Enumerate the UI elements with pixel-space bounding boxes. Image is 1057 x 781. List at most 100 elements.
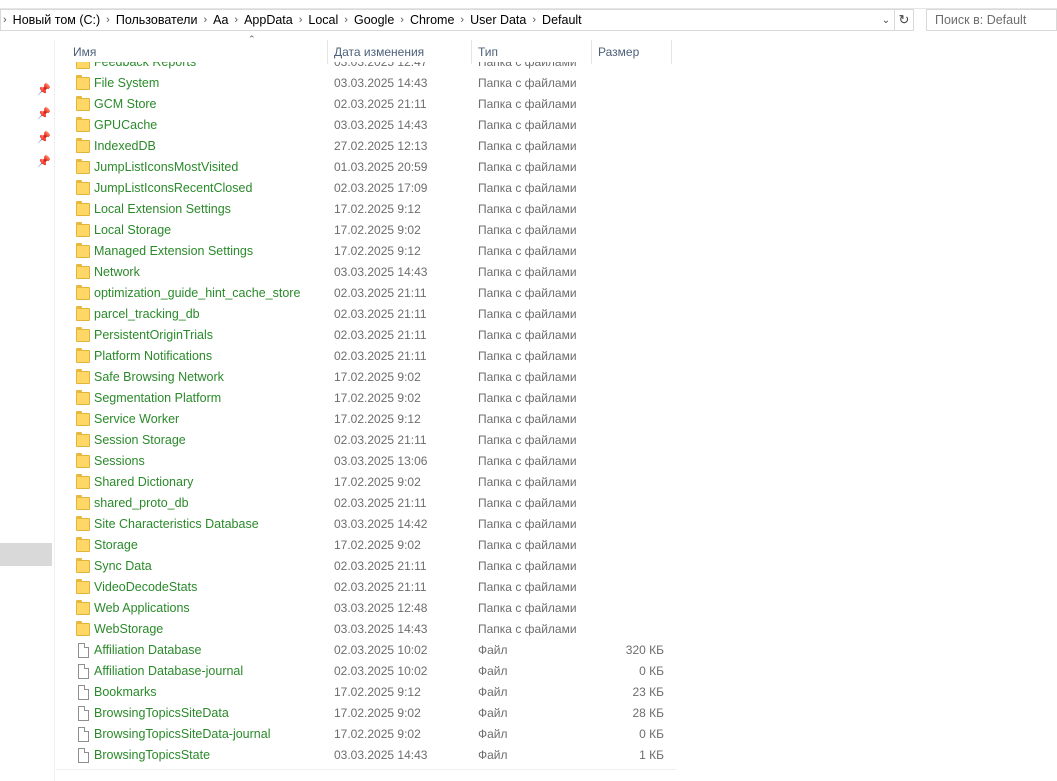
modified-date: 03.03.2025 14:42 — [334, 517, 428, 531]
list-item[interactable]: Managed Extension Settings 17.02.2025 9:1… — [56, 241, 676, 262]
pin-icon[interactable]: 📌 — [37, 108, 51, 120]
list-item[interactable]: GPUCache 03.03.2025 14:43 Папка с файлами — [56, 115, 676, 136]
file-type: Папка с файлами — [478, 118, 577, 132]
column-divider[interactable] — [327, 40, 328, 64]
column-divider[interactable] — [591, 40, 592, 64]
modified-date: 17.02.2025 9:12 — [334, 202, 421, 216]
chevron-right-icon[interactable]: › — [3, 14, 7, 26]
chevron-right-icon[interactable]: › — [400, 14, 404, 26]
file-size: 28 КБ — [632, 706, 664, 720]
list-item[interactable]: BrowsingTopicsState 03.03.2025 14:43 Файл 1… — [56, 745, 676, 766]
breadcrumb-item[interactable]: Новый том (C:) — [13, 13, 101, 27]
chevron-right-icon[interactable]: › — [203, 14, 207, 26]
breadcrumb-item[interactable]: Google — [354, 13, 394, 27]
breadcrumb-item[interactable]: Default — [542, 13, 582, 27]
breadcrumb-item[interactable]: Chrome — [410, 13, 454, 27]
list-item[interactable]: Session Storage 02.03.2025 21:11 Папка с ф… — [56, 430, 676, 451]
chevron-right-icon[interactable]: › — [234, 14, 238, 26]
chevron-right-icon[interactable]: › — [344, 14, 348, 26]
file-name: Local Extension Settings — [94, 202, 231, 216]
chevron-right-icon[interactable]: › — [532, 14, 536, 26]
list-item[interactable]: Storage 17.02.2025 9:02 Папка с файлами — [56, 535, 676, 556]
breadcrumb-item[interactable]: Aa — [213, 13, 228, 27]
address-bar[interactable]: › Новый том (C:) › Пользователи › Aa › AppData ›… — [0, 9, 914, 31]
list-item[interactable]: GCM Store 02.03.2025 21:11 Папка с файлами — [56, 94, 676, 115]
pin-icon[interactable]: 📌 — [37, 156, 51, 168]
pin-icon[interactable]: 📌 — [37, 84, 51, 96]
list-item[interactable]: WebStorage 03.03.2025 14:43 Папка с файлам… — [56, 619, 676, 640]
file-type: Файл — [478, 748, 508, 762]
folder-icon — [76, 306, 90, 321]
modified-date: 17.02.2025 9:02 — [334, 370, 421, 384]
folder-icon — [76, 117, 90, 132]
file-name: JumpListIconsMostVisited — [94, 160, 239, 174]
list-item[interactable]: BrowsingTopicsSiteData 17.02.2025 9:02 Фай… — [56, 703, 676, 724]
list-item[interactable]: BrowsingTopicsSiteData-journal 17.02.2025… — [56, 724, 676, 745]
list-item[interactable]: Local Storage 17.02.2025 9:02 Папка с файл… — [56, 220, 676, 241]
list-item[interactable]: Web Applications 03.03.2025 12:48 Папка с … — [56, 598, 676, 619]
list-item[interactable]: Feedback Reports 03.03.2025 12:47 Папка с … — [56, 62, 676, 73]
list-item[interactable]: Affiliation Database-journal 02.03.2025 1… — [56, 661, 676, 682]
list-item[interactable]: VideoDecodeStats 02.03.2025 21:11 Папка с … — [56, 577, 676, 598]
file-type: Файл — [478, 643, 508, 657]
breadcrumb-item[interactable]: AppData — [244, 13, 293, 27]
list-item[interactable]: IndexedDB 27.02.2025 12:13 Папка с файлами — [56, 136, 676, 157]
list-item[interactable]: JumpListIconsMostVisited 01.03.2025 20:59… — [56, 157, 676, 178]
file-name: Local Storage — [94, 223, 172, 237]
column-header-name[interactable]: Имя — [68, 40, 328, 64]
folder-icon — [76, 285, 90, 300]
list-item[interactable]: optimization_guide_hint_cache_store 02.03… — [56, 283, 676, 304]
list-item[interactable]: Sync Data 02.03.2025 21:11 Папка с файлами — [56, 556, 676, 577]
modified-date: 01.03.2025 20:59 — [334, 160, 428, 174]
modified-date: 02.03.2025 21:11 — [334, 97, 427, 111]
list-item[interactable]: Safe Browsing Network 17.02.2025 9:02 Папк… — [56, 367, 676, 388]
file-list[interactable]: Feedback Reports 03.03.2025 12:47 Папка с … — [56, 62, 676, 771]
file-name: Affiliation Database-journal — [94, 664, 244, 678]
modified-date: 03.03.2025 12:47 — [334, 62, 428, 69]
list-item[interactable]: Sessions 03.03.2025 13:06 Папка с файлами — [56, 451, 676, 472]
list-item[interactable]: parcel_tracking_db 02.03.2025 21:11 Папка … — [56, 304, 676, 325]
chevron-right-icon[interactable]: › — [460, 14, 464, 26]
list-item[interactable]: Bookmarks 17.02.2025 9:12 Файл 23 КБ — [56, 682, 676, 703]
list-item[interactable]: Shared Dictionary 17.02.2025 9:02 Папка с … — [56, 472, 676, 493]
file-icon — [78, 664, 89, 679]
list-item[interactable]: Service Worker 17.02.2025 9:12 Папка с фай… — [56, 409, 676, 430]
column-header-date[interactable]: Дата изменения — [329, 40, 471, 64]
nav-item-selected[interactable] — [0, 543, 52, 566]
breadcrumb-item[interactable]: Пользователи — [116, 13, 198, 27]
column-divider[interactable] — [671, 40, 672, 64]
search-placeholder: Поиск в: Default — [935, 13, 1027, 27]
column-divider[interactable] — [471, 40, 472, 64]
divider — [56, 769, 676, 770]
file-name: PersistentOriginTrials — [94, 328, 214, 342]
list-item[interactable]: Local Extension Settings 17.02.2025 9:12 П… — [56, 199, 676, 220]
list-item[interactable]: JumpListIconsRecentClosed 02.03.2025 17:0… — [56, 178, 676, 199]
folder-icon — [76, 243, 90, 258]
chevron-right-icon[interactable]: › — [299, 14, 303, 26]
list-item[interactable]: Affiliation Database 02.03.2025 10:02 Файл… — [56, 640, 676, 661]
folder-icon — [76, 75, 90, 90]
breadcrumb-item[interactable]: User Data — [470, 13, 526, 27]
list-item[interactable]: Site Characteristics Database 03.03.2025 … — [56, 514, 676, 535]
list-item[interactable]: File System 03.03.2025 14:43 Папка с файла… — [56, 73, 676, 94]
list-item[interactable]: Network 03.03.2025 14:43 Папка с файлами — [56, 262, 676, 283]
list-item[interactable]: Platform Notifications 02.03.2025 21:11 Па… — [56, 346, 676, 367]
search-input[interactable]: Поиск в: Default — [926, 9, 1057, 31]
modified-date: 17.02.2025 9:12 — [334, 685, 421, 699]
file-type: Папка с файлами — [478, 97, 577, 111]
folder-icon — [76, 558, 90, 573]
file-type: Папка с файлами — [478, 559, 577, 573]
column-header-type[interactable]: Тип — [473, 40, 591, 64]
navigation-pane[interactable]: 📌 📌 📌 📌 — [0, 40, 55, 781]
chevron-down-icon[interactable]: ⌄ — [877, 10, 894, 30]
breadcrumb-item[interactable]: Local — [308, 13, 338, 27]
refresh-icon[interactable]: ↻ — [894, 10, 913, 30]
list-item[interactable]: PersistentOriginTrials 02.03.2025 21:11 Па… — [56, 325, 676, 346]
pin-icon[interactable]: 📌 — [37, 132, 51, 144]
list-item[interactable]: shared_proto_db 02.03.2025 21:11 Папка с ф… — [56, 493, 676, 514]
file-type: Папка с файлами — [478, 328, 577, 342]
column-header-size[interactable]: Размер — [593, 40, 671, 64]
list-item[interactable]: Segmentation Platform 17.02.2025 9:02 Папк… — [56, 388, 676, 409]
modified-date: 03.03.2025 14:43 — [334, 748, 428, 762]
chevron-right-icon[interactable]: › — [106, 14, 110, 26]
